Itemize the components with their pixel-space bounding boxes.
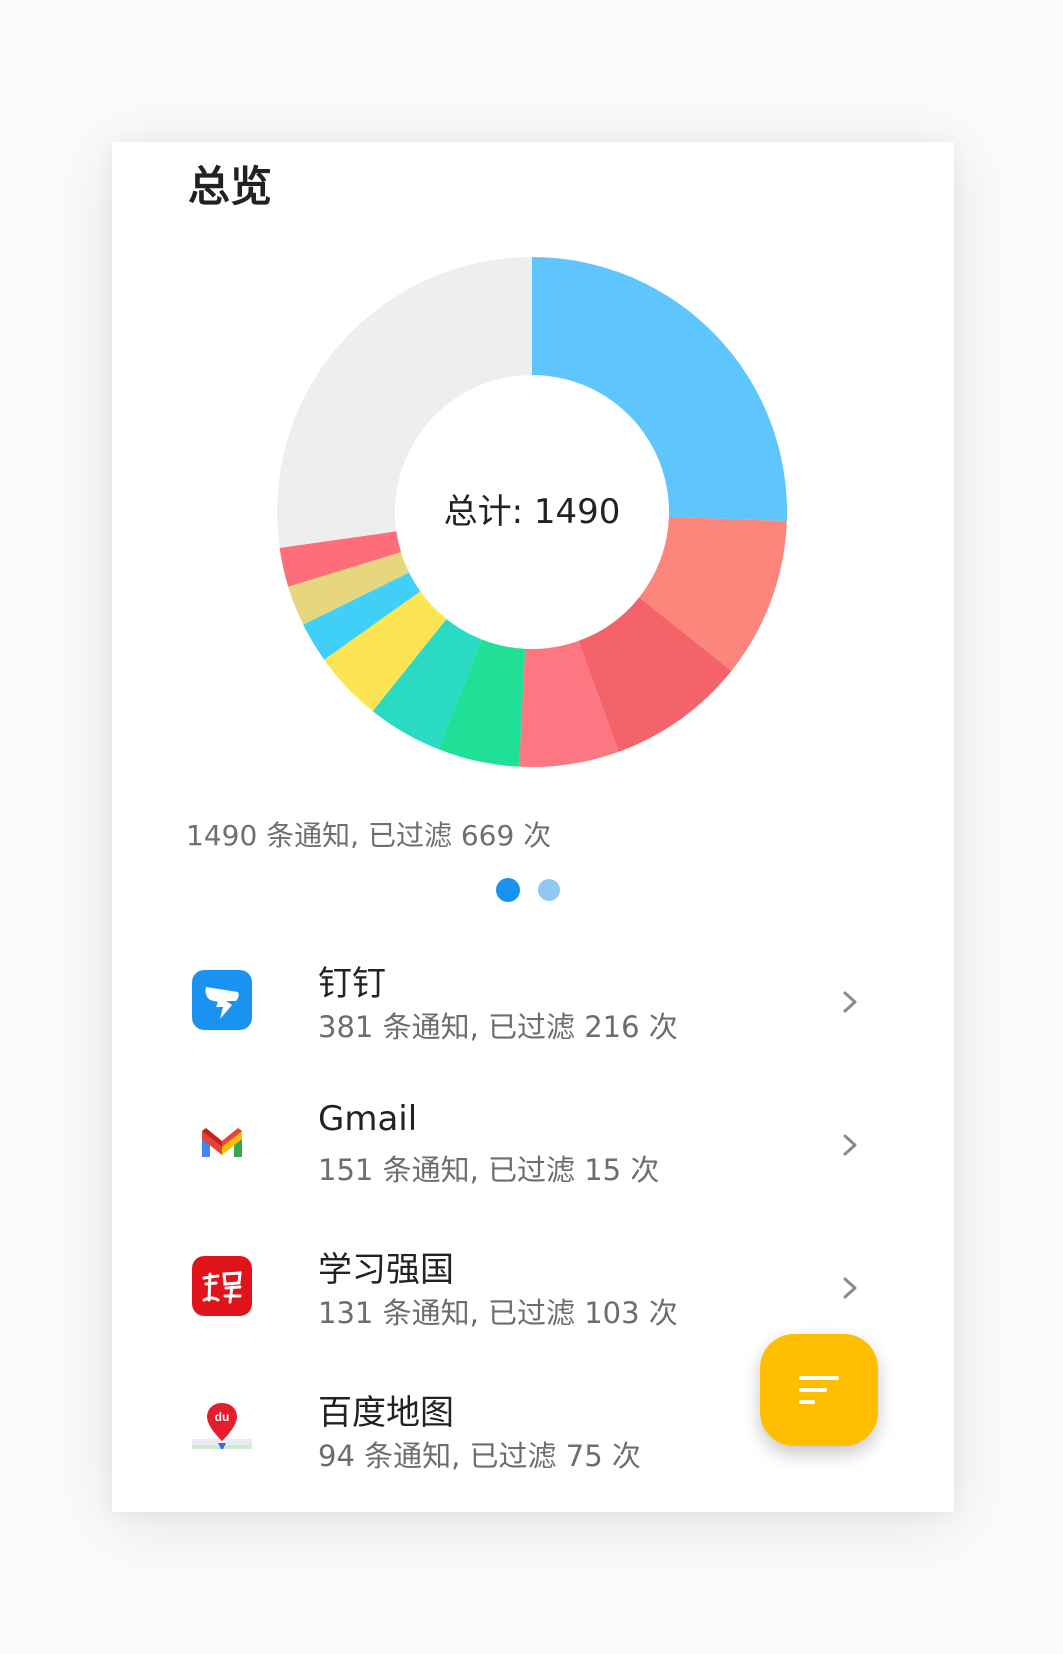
filter-sort-icon	[799, 1376, 839, 1404]
app-stats: 94 条通知, 已过滤 75 次	[318, 1439, 641, 1473]
app-stats: 131 条通知, 已过滤 103 次	[318, 1296, 678, 1330]
app-name: 钉钉	[318, 964, 386, 1004]
page-dot-2[interactable]	[538, 879, 560, 901]
baidu-map-icon: du	[192, 1403, 252, 1449]
chevron-right-icon	[843, 1277, 857, 1299]
page-dot-1[interactable]	[496, 878, 520, 902]
donut-slice-1[interactable]	[532, 257, 787, 522]
app-name: 学习强国	[318, 1250, 454, 1290]
app-row-dingtalk[interactable]: 钉钉 381 条通知, 已过滤 216 次	[112, 932, 954, 1075]
page-title: 总览	[188, 162, 273, 211]
app-row-gmail[interactable]: Gmail 151 条通知, 已过滤 15 次	[112, 1075, 954, 1218]
chart-total-label: 总计: 1490	[443, 492, 621, 532]
app-stats: 381 条通知, 已过滤 216 次	[318, 1010, 678, 1044]
dingtalk-icon	[192, 970, 252, 1030]
filter-fab-button[interactable]	[760, 1334, 878, 1446]
chevron-right-icon	[843, 1134, 857, 1156]
page-indicator[interactable]	[496, 878, 560, 902]
app-name: 百度地图	[318, 1393, 454, 1433]
overview-card: 总览 总计: 1490 1490 条通知, 已过滤 669 次 钉钉 381 条…	[112, 142, 954, 1512]
xuexi-qiangguo-icon	[192, 1256, 252, 1316]
app-name: Gmail	[318, 1099, 418, 1139]
notification-donut-chart[interactable]: 总计: 1490	[262, 242, 802, 782]
chevron-right-icon	[843, 991, 857, 1013]
svg-text:du: du	[215, 1410, 230, 1424]
app-stats: 151 条通知, 已过滤 15 次	[318, 1153, 660, 1187]
summary-text: 1490 条通知, 已过滤 669 次	[186, 819, 552, 852]
gmail-icon	[202, 1128, 242, 1157]
